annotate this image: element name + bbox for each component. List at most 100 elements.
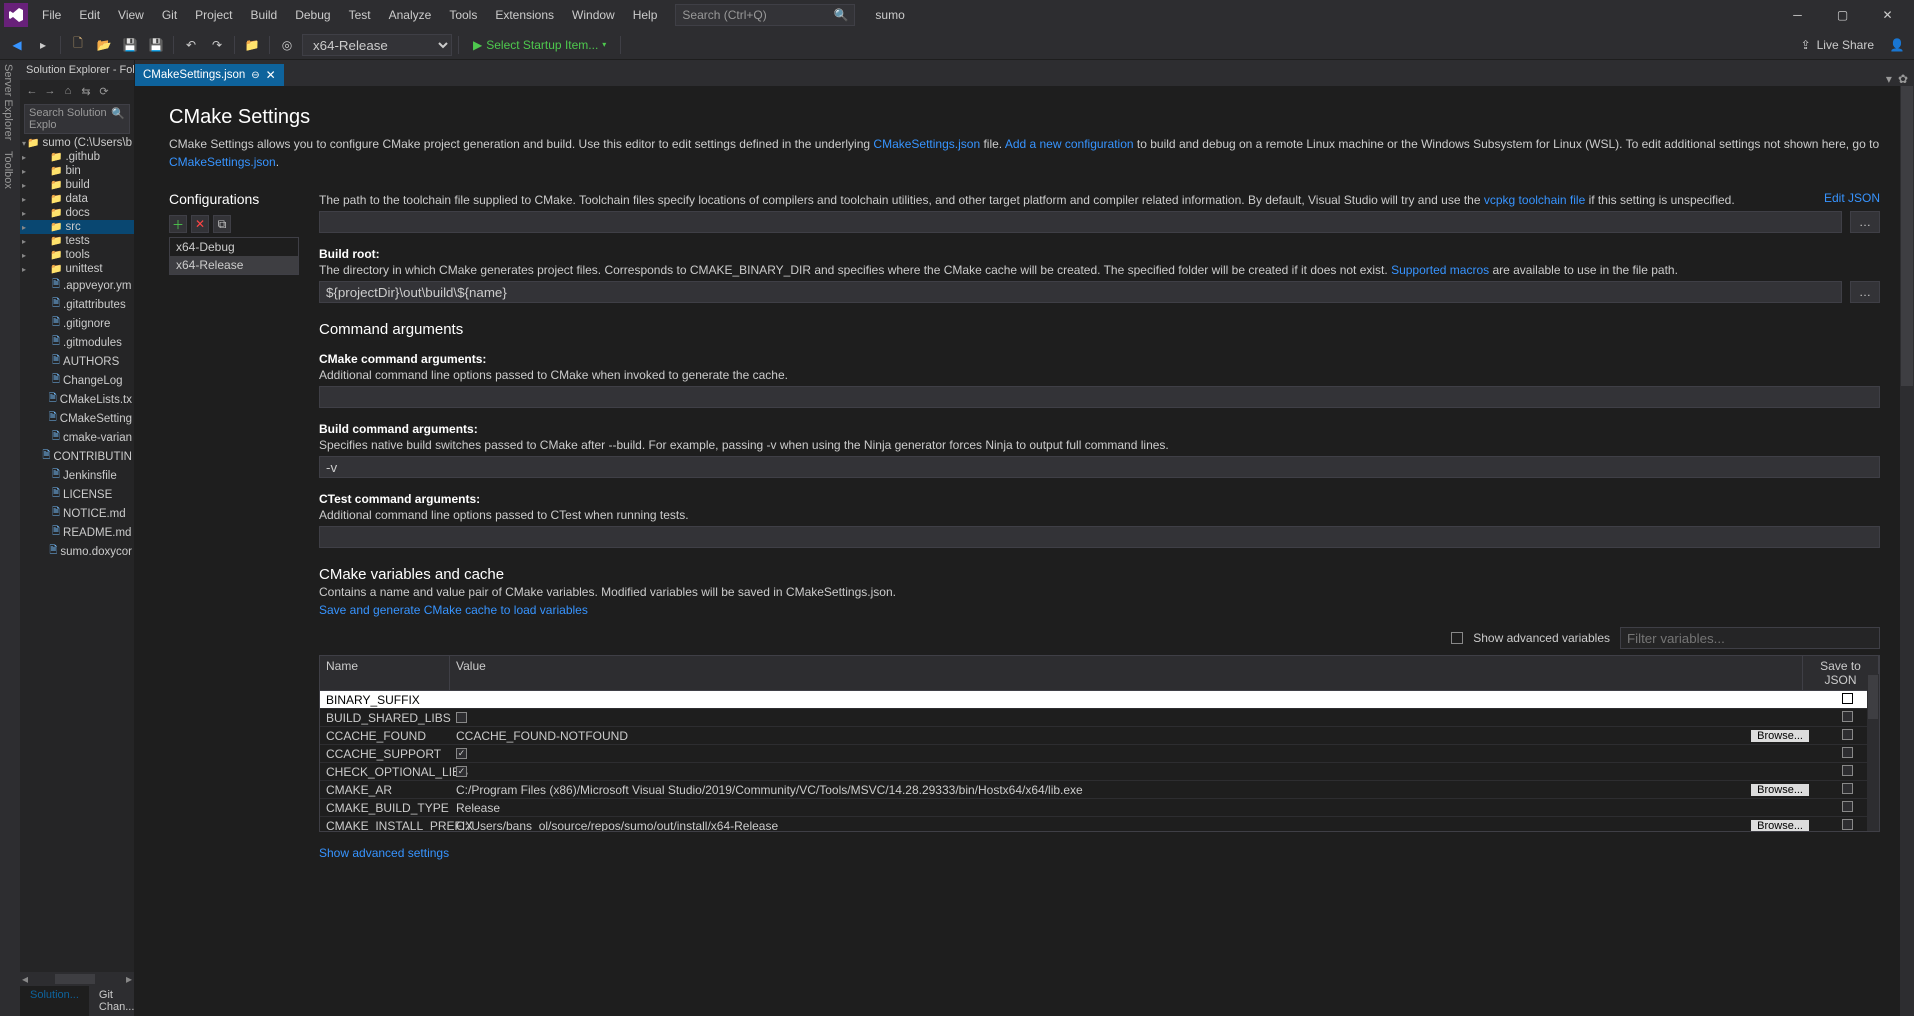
live-share-button[interactable]: ⇪Live Share xyxy=(1793,38,1882,52)
menu-analyze[interactable]: Analyze xyxy=(381,4,440,26)
menu-build[interactable]: Build xyxy=(243,4,286,26)
quick-search[interactable]: Search (Ctrl+Q)🔍 xyxy=(675,4,855,26)
menu-project[interactable]: Project xyxy=(187,4,240,26)
document-tab[interactable]: CMakeSettings.json ⊖ ✕ xyxy=(135,64,284,86)
var-save-checkbox[interactable] xyxy=(1842,783,1853,794)
var-save-checkbox[interactable] xyxy=(1842,711,1853,722)
tree-folder-data[interactable]: 📁data xyxy=(20,192,134,206)
save-all-icon[interactable]: 💾 xyxy=(145,34,167,56)
show-advanced-link[interactable]: Show advanced settings xyxy=(319,846,449,860)
maximize-icon[interactable]: ▢ xyxy=(1820,0,1865,30)
tree-file[interactable]: 🗎.appveyor.ym xyxy=(20,276,134,295)
tree-folder-unittest[interactable]: 📁unittest xyxy=(20,262,134,276)
se-back-icon[interactable]: ← xyxy=(24,83,40,99)
vars-vscroll[interactable] xyxy=(1867,674,1879,831)
menu-view[interactable]: View xyxy=(110,4,152,26)
filter-vars-input[interactable] xyxy=(1620,627,1880,649)
tree-file[interactable]: 🗎NOTICE.md xyxy=(20,504,134,523)
se-fwd-icon[interactable]: → xyxy=(42,83,58,99)
tree-folder-tests[interactable]: 📁tests xyxy=(20,234,134,248)
tab-solution[interactable]: Solution... xyxy=(20,986,89,1016)
nav-back-icon[interactable]: ◀ xyxy=(6,34,28,56)
adv-vars-checkbox[interactable] xyxy=(1451,632,1463,644)
var-row[interactable]: CMAKE_INSTALL_PREFIX C:/Users/bans_ol/so… xyxy=(320,817,1879,831)
link-cmakesettings2[interactable]: CMakeSettings.json xyxy=(169,155,276,169)
link-cmakesettings[interactable]: CMakeSettings.json xyxy=(873,137,980,151)
buildroot-input[interactable] xyxy=(319,281,1842,303)
var-row[interactable]: CHECK_OPTIONAL_LIBS xyxy=(320,763,1879,781)
col-value[interactable]: Value xyxy=(450,656,1803,690)
var-row[interactable]: CMAKE_BUILD_TYPE Release xyxy=(320,799,1879,817)
menu-git[interactable]: Git xyxy=(154,4,185,26)
toolchain-input[interactable] xyxy=(319,211,1842,233)
tree-file[interactable]: 🗎sumo.doxycor xyxy=(20,542,134,561)
var-row[interactable]: BUILD_SHARED_LIBS xyxy=(320,709,1879,727)
var-browse-button[interactable]: Browse... xyxy=(1751,820,1809,832)
target-icon[interactable]: ◎ xyxy=(276,34,298,56)
remove-config-icon[interactable]: ✕ xyxy=(191,215,209,233)
buildroot-browse-button[interactable]: … xyxy=(1850,281,1880,303)
tree-folder-build[interactable]: 📁build xyxy=(20,178,134,192)
menu-edit[interactable]: Edit xyxy=(71,4,108,26)
tree-folder-src[interactable]: 📁src xyxy=(20,220,134,234)
config-x64-release[interactable]: x64-Release xyxy=(170,256,298,274)
var-save-checkbox[interactable] xyxy=(1842,765,1853,776)
new-item-icon[interactable]: 🗋 xyxy=(67,34,89,56)
var-bool-checkbox[interactable] xyxy=(456,766,467,777)
solution-hscroll[interactable]: ◂▸ xyxy=(20,972,134,986)
edit-json-link[interactable]: Edit JSON xyxy=(1824,191,1880,205)
tree-folder-bin[interactable]: 📁bin xyxy=(20,164,134,178)
se-refresh-icon[interactable]: ⟳ xyxy=(96,83,112,99)
open-icon[interactable]: 📂 xyxy=(93,34,115,56)
var-row[interactable]: BINARY_SUFFIX xyxy=(320,691,1879,709)
tree-file[interactable]: 🗎CMakeLists.tx xyxy=(20,390,134,409)
folder-icon[interactable]: 📁 xyxy=(241,34,263,56)
var-row[interactable]: CMAKE_AR C:/Program Files (x86)/Microsof… xyxy=(320,781,1879,799)
redo-icon[interactable]: ↷ xyxy=(206,34,228,56)
undo-icon[interactable]: ↶ xyxy=(180,34,202,56)
minimize-icon[interactable]: ─ xyxy=(1775,0,1820,30)
menu-debug[interactable]: Debug xyxy=(287,4,338,26)
copy-config-icon[interactable]: ⧉ xyxy=(213,215,231,233)
link-vcpkg[interactable]: vcpkg toolchain file xyxy=(1484,193,1585,207)
tree-file[interactable]: 🗎CONTRIBUTIN xyxy=(20,447,134,466)
se-switch-icon[interactable]: ⇆ xyxy=(78,83,94,99)
solution-search[interactable]: Search Solution Explo🔍 xyxy=(24,104,130,134)
menu-tools[interactable]: Tools xyxy=(441,4,485,26)
editor-vscroll[interactable] xyxy=(1900,86,1914,1016)
var-row[interactable]: CCACHE_FOUND CCACHE_FOUND-NOTFOUNDBrowse… xyxy=(320,727,1879,745)
tree-file[interactable]: 🗎.gitmodules xyxy=(20,333,134,352)
tab-dropdown-icon[interactable]: ▾ xyxy=(1886,72,1892,86)
var-bool-checkbox[interactable] xyxy=(456,712,467,723)
add-config-icon[interactable]: ＋ xyxy=(169,215,187,233)
toolchain-browse-button[interactable]: … xyxy=(1850,211,1880,233)
link-macros[interactable]: Supported macros xyxy=(1391,263,1489,277)
link-add-config[interactable]: Add a new configuration xyxy=(1005,137,1134,151)
var-save-checkbox[interactable] xyxy=(1842,801,1853,812)
pin-icon[interactable]: ⊖ xyxy=(251,70,259,81)
tree-file[interactable]: 🗎ChangeLog xyxy=(20,371,134,390)
save-icon[interactable]: 💾 xyxy=(119,34,141,56)
tree-file[interactable]: 🗎README.md xyxy=(20,523,134,542)
se-home-icon[interactable]: ⌂ xyxy=(60,83,76,99)
tab-close-icon[interactable]: ✕ xyxy=(266,68,276,82)
tree-file[interactable]: 🗎Jenkinsfile xyxy=(20,466,134,485)
var-browse-button[interactable]: Browse... xyxy=(1751,730,1809,742)
rail-toolbox[interactable]: Toolbox xyxy=(2,151,14,189)
var-bool-checkbox[interactable] xyxy=(456,748,467,759)
config-x64-debug[interactable]: x64-Debug xyxy=(170,238,298,256)
menu-test[interactable]: Test xyxy=(341,4,379,26)
startup-button[interactable]: ▶Select Startup Item...▾ xyxy=(465,36,614,54)
col-name[interactable]: Name xyxy=(320,656,450,690)
tree-file[interactable]: 🗎CMakeSetting xyxy=(20,409,134,428)
nav-fwd-icon[interactable]: ▸ xyxy=(32,34,54,56)
tree-root[interactable]: 📁sumo (C:\Users\b xyxy=(20,136,134,150)
account-icon[interactable]: 👤 xyxy=(1886,34,1908,56)
tree-file[interactable]: 🗎AUTHORS xyxy=(20,352,134,371)
var-save-checkbox[interactable] xyxy=(1842,819,1853,830)
tree-folder-.github[interactable]: 📁.github xyxy=(20,150,134,164)
menu-file[interactable]: File xyxy=(34,4,69,26)
tree-file[interactable]: 🗎LICENSE xyxy=(20,485,134,504)
menu-window[interactable]: Window xyxy=(564,4,623,26)
menu-extensions[interactable]: Extensions xyxy=(487,4,562,26)
